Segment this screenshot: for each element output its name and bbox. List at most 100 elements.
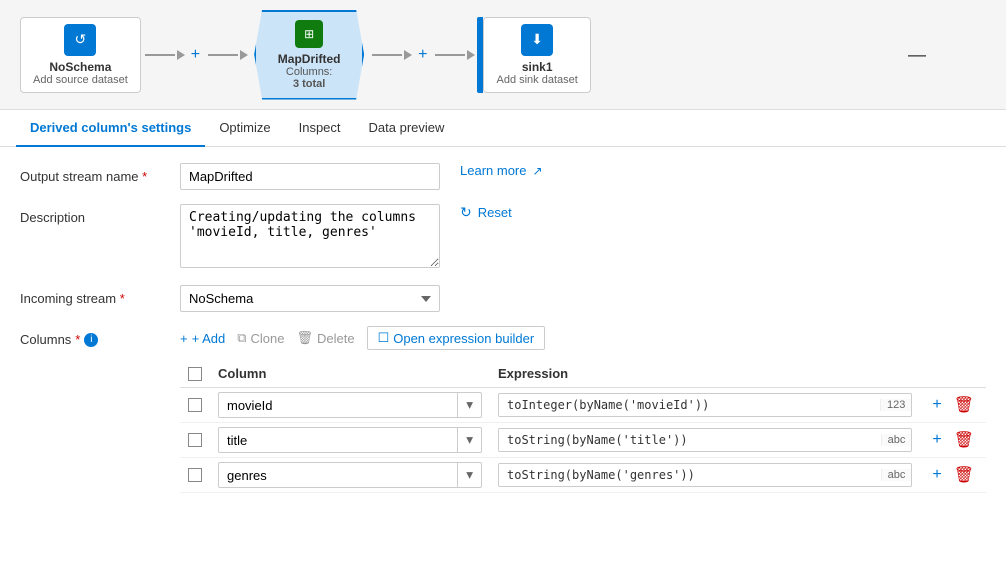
sink-icon: ⬇ (521, 24, 553, 56)
row-1-column-dropdown[interactable]: ▾ (457, 428, 481, 452)
row-2-delete-button[interactable]: 🗑 (950, 463, 978, 487)
incoming-stream-label: Incoming stream * (20, 285, 180, 306)
row-2-column-dropdown[interactable]: ▾ (457, 463, 481, 487)
delete-button[interactable]: 🗑 Delete (296, 330, 354, 346)
columns-label: Columns * i (20, 326, 180, 347)
node-noschema-sub: Add source dataset (33, 74, 128, 86)
description-input[interactable] (180, 204, 440, 268)
row-actions-cell: + 🗑 (920, 423, 986, 458)
columns-row: Columns * i + + Add ⧉ Clone 🗑 Delete (20, 326, 986, 493)
row-checkbox-cell (180, 458, 210, 493)
row-0-add-button[interactable]: + (928, 394, 945, 416)
row-expression-cell: abc (490, 458, 920, 493)
tab-inspect[interactable]: Inspect (285, 110, 355, 147)
incoming-stream-row: Incoming stream * NoSchema (20, 285, 986, 312)
transform-icon: ⊞ (295, 20, 323, 48)
row-column-cell: ▾ (210, 423, 490, 458)
row-expression-cell: abc (490, 423, 920, 458)
tab-data-preview[interactable]: Data preview (355, 110, 459, 147)
source-icon: ↺ (64, 24, 96, 56)
row-checkbox-cell (180, 388, 210, 423)
delete-icon: 🗑 (296, 330, 313, 346)
node-mapdrifted-sub2: 3 total (293, 78, 325, 90)
open-expression-builder-button[interactable]: ☐ Open expression builder (367, 326, 546, 350)
row-1-delete-button[interactable]: 🗑 (950, 428, 978, 452)
tabs-bar: Derived column's settings Optimize Inspe… (0, 110, 1006, 147)
row-0-column-input[interactable] (219, 394, 457, 417)
node-sink1[interactable]: ⬇ sink1 Add sink dataset (477, 17, 590, 93)
node-sink1-label: sink1 (522, 60, 553, 74)
row-column-cell: ▾ (210, 458, 490, 493)
node-mapdrifted[interactable]: ⊞ MapDrifted Columns: 3 total (254, 10, 364, 100)
side-actions: Learn more (460, 163, 543, 178)
node-sink1-sub: Add sink dataset (496, 74, 577, 86)
plus-icon: + (180, 331, 188, 346)
connector-4 (433, 50, 475, 60)
expression-header: Expression (490, 360, 920, 388)
output-stream-input[interactable] (180, 163, 440, 190)
row-0-checkbox[interactable] (188, 398, 202, 412)
column-header: Column (210, 360, 490, 388)
row-column-cell: ▾ (210, 388, 490, 423)
row-2-type-badge: abc (881, 469, 912, 481)
row-checkbox-cell (180, 423, 210, 458)
row-0-delete-button[interactable]: 🗑 (950, 393, 978, 417)
connector-1 (143, 50, 185, 60)
connector-3 (370, 50, 412, 60)
minimize-button[interactable]: — (908, 44, 926, 64)
description-control (180, 204, 440, 271)
row-1-checkbox[interactable] (188, 433, 202, 447)
row-2-checkbox[interactable] (188, 468, 202, 482)
description-label: Description (20, 204, 180, 225)
learn-more-button[interactable]: Learn more (460, 163, 543, 178)
external-link-icon (530, 163, 542, 178)
output-stream-control (180, 163, 440, 190)
table-row: ▾ 123 + 🗑 (180, 388, 986, 423)
side-actions-2: ↻ Reset (460, 204, 512, 221)
tab-derived[interactable]: Derived column's settings (16, 110, 205, 147)
table-row: ▾ abc + 🗑 (180, 423, 986, 458)
header-checkbox-col (180, 360, 210, 388)
columns-section: + + Add ⧉ Clone 🗑 Delete ☐ Open expressi… (180, 326, 986, 493)
row-actions-cell: + 🗑 (920, 388, 986, 423)
columns-toolbar: + + Add ⧉ Clone 🗑 Delete ☐ Open expressi… (180, 326, 986, 350)
row-1-add-button[interactable]: + (928, 429, 945, 451)
pipeline-canvas: ↺ NoSchema Add source dataset + ⊞ MapDri… (0, 0, 1006, 110)
output-stream-label: Output stream name * (20, 163, 180, 184)
row-0-column-dropdown[interactable]: ▾ (457, 393, 481, 417)
expression-builder-icon: ☐ (378, 330, 390, 346)
output-stream-row: Output stream name * Learn more (20, 163, 986, 190)
node-noschema[interactable]: ↺ NoSchema Add source dataset (20, 17, 141, 93)
row-actions-cell: + 🗑 (920, 458, 986, 493)
node-mapdrifted-label: MapDrifted (278, 52, 341, 66)
reset-icon: ↻ (460, 204, 472, 221)
columns-table: Column Expression ▾ 123 (180, 360, 986, 493)
node-mapdrifted-sub1: Columns: (286, 66, 332, 78)
table-row: ▾ abc + 🗑 (180, 458, 986, 493)
add-column-button[interactable]: + + Add (180, 331, 225, 346)
add-between-transform-sink[interactable]: + (414, 46, 431, 64)
connector-2 (206, 50, 248, 60)
row-expression-cell: 123 (490, 388, 920, 423)
reset-button[interactable]: ↻ Reset (460, 204, 512, 221)
add-between-source-transform[interactable]: + (187, 46, 204, 64)
row-2-column-input[interactable] (219, 464, 457, 487)
node-noschema-label: NoSchema (49, 60, 111, 74)
row-1-type-badge: abc (881, 434, 912, 446)
row-2-add-button[interactable]: + (928, 464, 945, 486)
row-0-type-badge: 123 (880, 399, 911, 411)
settings-panel: Output stream name * Learn more Descript… (0, 147, 1006, 570)
incoming-stream-control: NoSchema (180, 285, 440, 312)
row-1-column-input[interactable] (219, 429, 457, 452)
row-2-expression-input[interactable] (499, 464, 881, 486)
incoming-stream-select[interactable]: NoSchema (180, 285, 440, 312)
row-1-expression-input[interactable] (499, 429, 881, 451)
tab-optimize[interactable]: Optimize (205, 110, 284, 147)
description-row: Description ↻ Reset (20, 204, 986, 271)
actions-header (920, 360, 986, 388)
clone-button[interactable]: ⧉ Clone (237, 330, 284, 346)
row-0-expression-input[interactable] (499, 394, 880, 416)
select-all-checkbox[interactable] (188, 367, 202, 381)
clone-icon: ⧉ (237, 330, 246, 346)
columns-info-icon[interactable]: i (84, 333, 98, 347)
